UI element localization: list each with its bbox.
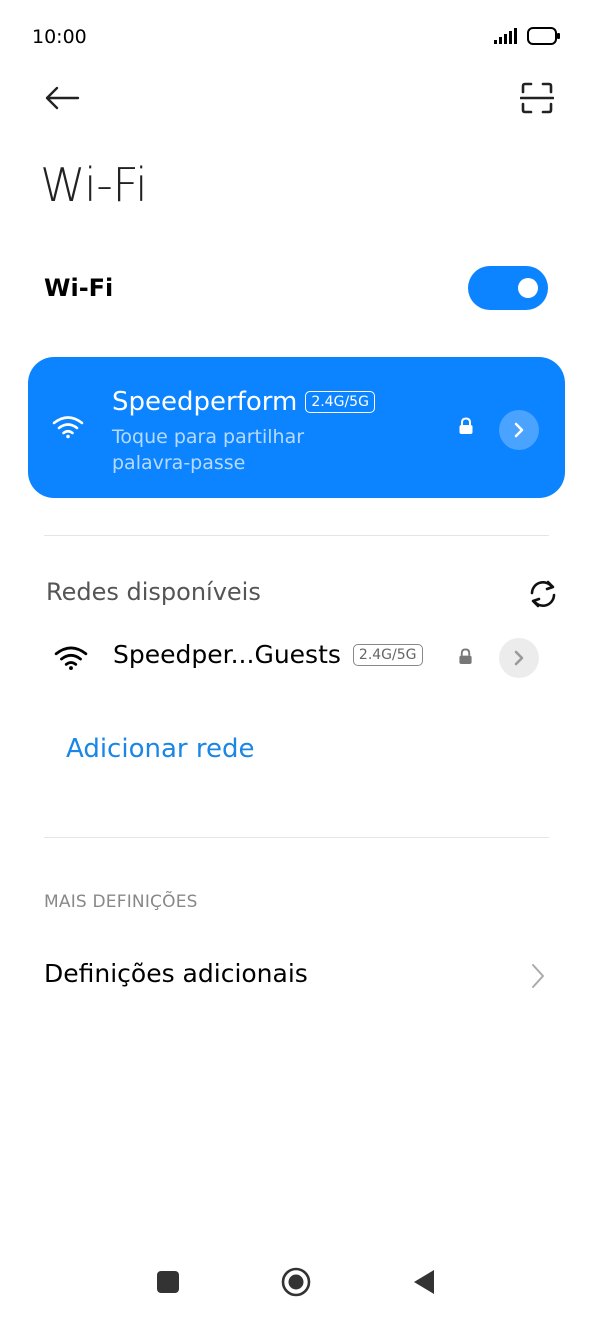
- status-time: 10:00: [32, 26, 87, 48]
- chevron-right-icon: [532, 964, 544, 988]
- recents-square-icon[interactable]: [157, 1271, 179, 1293]
- chevron-right-icon: [514, 650, 524, 666]
- add-network-link[interactable]: Adicionar rede: [66, 734, 254, 764]
- wifi-signal-icon: [54, 646, 88, 671]
- band-badge: 2.4G/5G: [352, 643, 423, 666]
- lock-icon: [459, 648, 472, 664]
- home-circle-icon[interactable]: [280, 1266, 312, 1298]
- additional-settings-item[interactable]: Definições adicionais: [0, 945, 593, 1007]
- wifi-signal-icon: [52, 416, 84, 439]
- back-button[interactable]: [40, 80, 84, 116]
- wifi-toggle-label: Wi-Fi: [44, 274, 114, 302]
- page-title: Wi-Fi: [40, 158, 148, 212]
- network-details-button[interactable]: [499, 410, 539, 450]
- available-networks-title: Redes disponíveis: [46, 578, 261, 606]
- status-icons: [493, 27, 561, 45]
- more-settings-header: MAIS DEFINIÇÕES: [44, 892, 198, 912]
- network-details-button[interactable]: [499, 638, 539, 678]
- network-name: Speedperform: [112, 387, 298, 417]
- wifi-toggle[interactable]: [468, 266, 548, 310]
- toggle-knob: [518, 278, 538, 298]
- list-item[interactable]: Speedper...Guests 2.4G/5G: [0, 630, 593, 686]
- scan-button[interactable]: [517, 78, 557, 118]
- additional-settings-label: Definições adicionais: [44, 959, 308, 988]
- divider: [44, 535, 549, 536]
- available-network-name: Speedper...Guests 2.4G/5G: [113, 640, 423, 669]
- back-triangle-icon[interactable]: [412, 1268, 436, 1296]
- signal-icon: [494, 28, 517, 44]
- connected-network-card[interactable]: Speedperform 2.4G/5G Toque para partilha…: [28, 357, 565, 498]
- connected-network-name: Speedperform 2.4G/5G: [112, 387, 375, 417]
- battery-icon: [527, 27, 560, 45]
- chevron-right-icon: [514, 422, 524, 438]
- band-badge: 2.4G/5G: [305, 391, 375, 413]
- arrow-left-icon: [45, 86, 80, 110]
- qr-scan-icon: [520, 82, 554, 114]
- share-password-hint: Toque para partilhar palavra-passe: [112, 426, 305, 474]
- network-name: Speedper...Guests: [113, 640, 341, 669]
- divider: [44, 837, 549, 838]
- lock-icon: [459, 417, 473, 434]
- refresh-icon[interactable]: [526, 579, 560, 609]
